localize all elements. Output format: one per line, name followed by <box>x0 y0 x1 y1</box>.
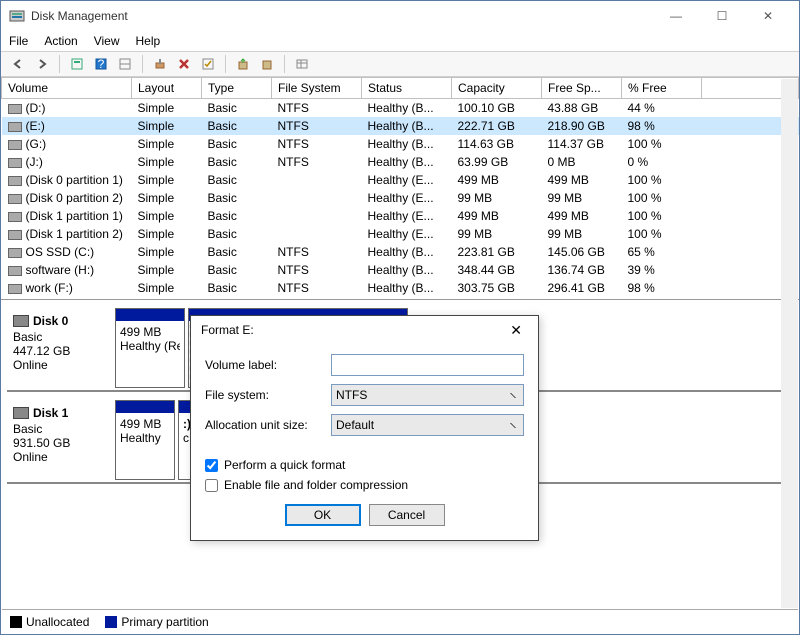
delete-icon[interactable] <box>173 53 195 75</box>
dialog-title: Format E: <box>201 323 504 337</box>
volume-row[interactable]: (E:)SimpleBasicNTFSHealthy (B...222.71 G… <box>2 117 799 135</box>
dialog-close-icon[interactable]: ✕ <box>504 322 528 339</box>
menu-action[interactable]: Action <box>44 34 77 48</box>
legend: Unallocated Primary partition <box>2 609 798 633</box>
volume-row[interactable]: OS SSD (C:)SimpleBasicNTFSHealthy (B...2… <box>2 243 799 261</box>
volume-row[interactable]: (Disk 1 partition 2)SimpleBasicHealthy (… <box>2 225 799 243</box>
check-icon[interactable] <box>197 53 219 75</box>
column-header[interactable]: Volume <box>2 78 132 99</box>
maximize-button[interactable]: ☐ <box>699 1 745 31</box>
dialog-titlebar: Format E: ✕ <box>191 316 538 344</box>
ok-button[interactable]: OK <box>285 504 361 526</box>
volume-row[interactable]: (Disk 1 partition 1)SimpleBasicHealthy (… <box>2 207 799 225</box>
vertical-scrollbar[interactable] <box>781 79 798 608</box>
legend-primary: Primary partition <box>121 615 208 629</box>
volume-row[interactable]: (Disk 0 partition 1)SimpleBasicHealthy (… <box>2 171 799 189</box>
settings-icon[interactable] <box>149 53 171 75</box>
toolbar-icon-8[interactable] <box>256 53 278 75</box>
legend-swatch-primary <box>105 616 117 628</box>
allocation-unit-select[interactable]: Default <box>331 414 524 436</box>
legend-unallocated: Unallocated <box>26 615 89 629</box>
compression-checkbox[interactable] <box>205 479 218 492</box>
volume-row[interactable]: (J:)SimpleBasicNTFSHealthy (B...63.99 GB… <box>2 153 799 171</box>
volume-label-label: Volume label: <box>205 358 331 372</box>
volume-row[interactable]: (D:)SimpleBasicNTFSHealthy (B...100.10 G… <box>2 99 799 118</box>
volume-row[interactable]: work (F:)SimpleBasicNTFSHealthy (B...303… <box>2 279 799 297</box>
toolbar: ? <box>1 51 799 77</box>
volume-row[interactable]: (Disk 0 partition 2)SimpleBasicHealthy (… <box>2 189 799 207</box>
toolbar-icon-9[interactable] <box>291 53 313 75</box>
window-title: Disk Management <box>31 9 653 23</box>
volume-label-input[interactable] <box>331 354 524 376</box>
menu-view[interactable]: View <box>94 34 120 48</box>
column-header[interactable]: Free Sp... <box>542 78 622 99</box>
column-header[interactable]: File System <box>272 78 362 99</box>
back-button[interactable] <box>7 53 29 75</box>
column-header[interactable]: Layout <box>132 78 202 99</box>
partition[interactable]: 499 MBHealthy (Re <box>115 308 185 388</box>
volume-list[interactable]: VolumeLayoutTypeFile SystemStatusCapacit… <box>1 77 799 300</box>
partition[interactable]: 499 MBHealthy <box>115 400 175 480</box>
disk-info: Disk 1Basic931.50 GBOnline <box>7 398 115 482</box>
volume-row[interactable]: software (H:)SimpleBasicNTFSHealthy (B..… <box>2 261 799 279</box>
help-icon[interactable]: ? <box>90 53 112 75</box>
app-icon <box>9 8 25 24</box>
quick-format-checkbox[interactable] <box>205 459 218 472</box>
menu-file[interactable]: File <box>9 34 28 48</box>
cancel-button[interactable]: Cancel <box>369 504 445 526</box>
disk-info: Disk 0Basic447.12 GBOnline <box>7 306 115 390</box>
forward-button[interactable] <box>31 53 53 75</box>
minimize-button[interactable]: — <box>653 1 699 31</box>
file-system-select[interactable]: NTFS <box>331 384 524 406</box>
column-header[interactable]: Status <box>362 78 452 99</box>
toolbar-icon-1[interactable] <box>66 53 88 75</box>
column-header[interactable]: % Free <box>622 78 702 99</box>
column-header[interactable]: Capacity <box>452 78 542 99</box>
legend-swatch-unallocated <box>10 616 22 628</box>
column-header[interactable]: Type <box>202 78 272 99</box>
compression-label: Enable file and folder compression <box>224 478 408 492</box>
allocation-unit-label: Allocation unit size: <box>205 418 331 432</box>
titlebar: Disk Management — ☐ ✕ <box>1 1 799 31</box>
menu-help[interactable]: Help <box>136 34 161 48</box>
toolbar-icon-7[interactable] <box>232 53 254 75</box>
close-button[interactable]: ✕ <box>745 1 791 31</box>
svg-text:?: ? <box>98 57 105 71</box>
quick-format-label: Perform a quick format <box>224 458 345 472</box>
menubar: File Action View Help <box>1 31 799 51</box>
file-system-label: File system: <box>205 388 331 402</box>
volume-row[interactable]: (G:)SimpleBasicNTFSHealthy (B...114.63 G… <box>2 135 799 153</box>
format-dialog: Format E: ✕ Volume label: File system: N… <box>190 315 539 541</box>
toolbar-icon-3[interactable] <box>114 53 136 75</box>
